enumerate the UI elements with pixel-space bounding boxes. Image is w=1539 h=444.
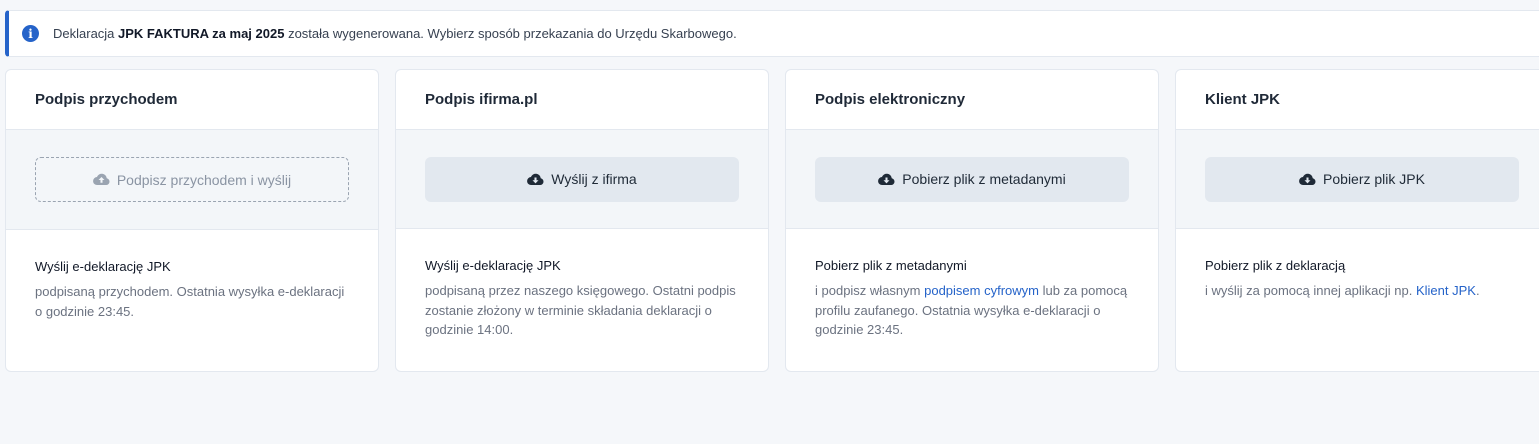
alert-text-suffix: została wygenerowana. Wybierz sposób prz… — [284, 26, 737, 41]
card-body-text: i wyślij za pomocą innej aplikacji np. K… — [1205, 281, 1525, 301]
card-title: Klient JPK — [1176, 70, 1539, 130]
card-podpis-ifirma: Podpis ifirma.pl Wyślij z ifirma Wyślij … — [395, 69, 769, 372]
card-action-area: Pobierz plik JPK — [1176, 130, 1539, 229]
card-action-area: Pobierz plik z metadanymi — [786, 130, 1158, 229]
cloud-upload-icon — [92, 173, 110, 186]
alert-text-prefix: Deklaracja — [53, 26, 119, 41]
card-body-text: i podpisz własnym podpisem cyfrowym lub … — [815, 281, 1129, 340]
info-alert: i Deklaracja JPK FAKTURA za maj 2025 zos… — [5, 10, 1539, 57]
card-body-title: Pobierz plik z deklaracją — [1205, 258, 1346, 273]
card-title: Podpis elektroniczny — [786, 70, 1158, 130]
card-body-title: Wyślij e-deklarację JPK — [425, 258, 561, 273]
send-ifirma-button[interactable]: Wyślij z ifirma — [425, 156, 739, 202]
body-text-before: i podpisz własnym — [815, 283, 925, 298]
cloud-download-icon — [527, 173, 544, 186]
body-text-after: . — [1475, 283, 1480, 298]
card-body-title: Wyślij e-deklarację JPK — [35, 259, 171, 274]
cloud-download-icon — [1299, 173, 1316, 186]
klient-jpk-link[interactable]: Klient JPK — [1416, 283, 1476, 298]
card-body: Pobierz plik z metadanymi i podpisz włas… — [786, 229, 1158, 340]
card-title: Podpis ifirma.pl — [396, 70, 768, 130]
card-podpis-elektroniczny: Podpis elektroniczny Pobierz plik z meta… — [785, 69, 1159, 372]
card-body-title: Pobierz plik z metadanymi — [815, 258, 967, 273]
card-body-text: podpisaną przez naszego księgowego. Osta… — [425, 283, 736, 337]
card-action-area: Podpisz przychodem i wyślij — [6, 130, 378, 230]
sign-with-income-button[interactable]: Podpisz przychodem i wyślij — [35, 157, 349, 202]
button-label: Pobierz plik JPK — [1323, 171, 1425, 187]
card-action-area: Wyślij z ifirma — [396, 130, 768, 229]
button-label: Wyślij z ifirma — [551, 171, 637, 187]
cloud-download-icon — [878, 173, 895, 186]
card-body: Wyślij e-deklarację JPK podpisaną przez … — [396, 229, 768, 340]
digital-signature-link[interactable]: podpisem cyfrowym — [924, 283, 1039, 298]
button-label: Pobierz plik z metadanymi — [902, 171, 1066, 187]
download-jpk-button[interactable]: Pobierz plik JPK — [1205, 156, 1519, 202]
alert-text: Deklaracja JPK FAKTURA za maj 2025 zosta… — [53, 26, 737, 41]
card-klient-jpk: Klient JPK Pobierz plik JPK Pobierz plik… — [1175, 69, 1539, 372]
info-icon: i — [22, 25, 39, 42]
card-body: Wyślij e-deklarację JPK podpisaną przych… — [6, 230, 378, 321]
alert-text-bold: JPK FAKTURA za maj 2025 — [118, 26, 285, 41]
card-podpis-przychodem: Podpis przychodem Podpisz przychodem i w… — [5, 69, 379, 372]
body-text-before: i wyślij za pomocą innej aplikacji np. — [1205, 283, 1416, 298]
card-body-text: podpisaną przychodem. Ostatnia wysyłka e… — [35, 284, 345, 319]
download-metadata-button[interactable]: Pobierz plik z metadanymi — [815, 156, 1129, 202]
card-body: Pobierz plik z deklaracją i wyślij za po… — [1176, 229, 1539, 301]
card-title: Podpis przychodem — [6, 70, 378, 130]
button-label: Podpisz przychodem i wyślij — [116, 171, 292, 188]
